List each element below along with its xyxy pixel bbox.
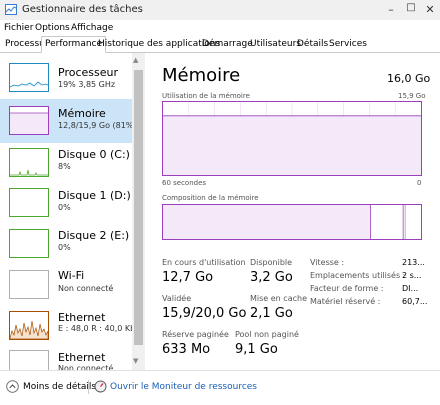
reserved-label: Matériel réservé : xyxy=(310,297,381,306)
disk2-thumbnail xyxy=(9,229,49,258)
reserved-value: 60,7... xyxy=(402,297,428,306)
sidebar-disk0-title: Disque 0 (C:) xyxy=(58,148,130,161)
composition-label: Composition de la mémoire xyxy=(162,194,259,202)
available-value: 3,2 Go xyxy=(250,270,293,285)
tab-services[interactable]: Services xyxy=(326,37,370,52)
sidebar-ethernet-sub: E : 48,0 R : 40,0 Kbits xyxy=(58,324,134,333)
sidebar-disk2-title: Disque 2 (E:) xyxy=(58,229,130,242)
usage-graph-max: 15,9 Go xyxy=(398,92,426,100)
in-use-value: 12,7 Go xyxy=(162,270,214,285)
memory-usage-graph xyxy=(162,101,422,176)
sidebar-disk1-title: Disque 1 (D:) xyxy=(58,189,131,202)
in-use-label: En cours d'utilisation xyxy=(162,258,246,267)
window-title: Gestionnaire des tâches xyxy=(22,4,143,15)
form-factor-value: DI... xyxy=(402,284,419,293)
sidebar-disk1-sub: 0% xyxy=(58,203,71,212)
page-title: Mémoire xyxy=(162,65,241,86)
scrollbar-thumb[interactable] xyxy=(134,70,143,345)
nonpaged-pool-value: 9,1 Go xyxy=(235,342,278,357)
menu-options[interactable]: Options xyxy=(35,23,70,33)
available-label: Disponible xyxy=(250,258,293,267)
sidebar-ethernet2-title: Ethernet xyxy=(58,351,106,364)
paged-pool-value: 633 Mo xyxy=(162,342,211,357)
memory-composition-bar xyxy=(162,204,422,240)
scroll-up-icon[interactable]: ▲ xyxy=(133,56,138,64)
composition-in-use xyxy=(163,205,371,239)
sidebar-memory-sub: 12,8/15,9 Go (81%) xyxy=(58,121,134,130)
committed-value: 15,9/20,0 Go xyxy=(162,306,247,321)
minimize-icon[interactable]: – xyxy=(384,3,398,16)
cached-label: Mise en cache xyxy=(250,294,307,303)
wifi-thumbnail xyxy=(9,270,49,299)
open-resource-monitor-link[interactable]: Ouvrir le Moniteur de ressources xyxy=(110,382,257,392)
disk0-thumbnail xyxy=(9,148,49,177)
cached-value: 2,1 Go xyxy=(250,306,293,321)
sidebar-wifi-sub: Non connecté xyxy=(58,284,114,293)
maximize-icon[interactable]: □ xyxy=(404,2,418,13)
menu-view[interactable]: Affichage xyxy=(71,23,113,33)
graph-time-end: 0 xyxy=(417,179,422,187)
memory-thumbnail xyxy=(9,106,49,135)
slots-label: Emplacements utilisés : xyxy=(310,271,406,280)
menu-file[interactable]: Fichier xyxy=(4,23,33,33)
form-factor-label: Facteur de forme : xyxy=(310,284,384,293)
footer-divider xyxy=(88,380,89,394)
sidebar-memory-title: Mémoire xyxy=(58,107,106,120)
graph-time-start: 60 secondes xyxy=(162,179,207,187)
sidebar-wifi-title: Wi-Fi xyxy=(58,269,85,282)
speed-label: Vitesse : xyxy=(310,258,345,267)
paged-pool-label: Réserve paginée xyxy=(162,330,229,339)
sidebar-cpu-title: Processeur xyxy=(58,66,118,79)
ethernet2-thumbnail xyxy=(9,350,49,370)
nonpaged-pool-label: Pool non paginé xyxy=(235,330,299,339)
disk1-thumbnail xyxy=(9,188,49,217)
speed-value: 213... xyxy=(402,258,425,267)
less-details-button[interactable]: Moins de détails xyxy=(23,382,96,392)
cpu-thumbnail xyxy=(9,63,49,92)
close-icon[interactable]: ✕ xyxy=(423,3,437,16)
usage-graph-label: Utilisation de la mémoire xyxy=(162,92,250,100)
sidebar-ethernet-title: Ethernet xyxy=(58,311,106,324)
chevron-up-icon[interactable] xyxy=(6,380,19,393)
sidebar-cpu-sub: 19% 3,85 GHz xyxy=(58,80,116,89)
committed-label: Validée xyxy=(162,294,192,303)
ethernet-thumbnail xyxy=(9,311,49,340)
memory-usage-area xyxy=(163,115,421,175)
sidebar-disk0-sub: 8% xyxy=(58,162,71,171)
memory-total: 16,0 Go xyxy=(387,72,431,85)
slots-value: 2 s... xyxy=(402,271,422,280)
task-manager-icon xyxy=(5,4,17,15)
sidebar-disk2-sub: 0% xyxy=(58,243,71,252)
scroll-down-icon[interactable]: ▼ xyxy=(133,357,138,365)
resource-monitor-icon xyxy=(94,380,107,393)
